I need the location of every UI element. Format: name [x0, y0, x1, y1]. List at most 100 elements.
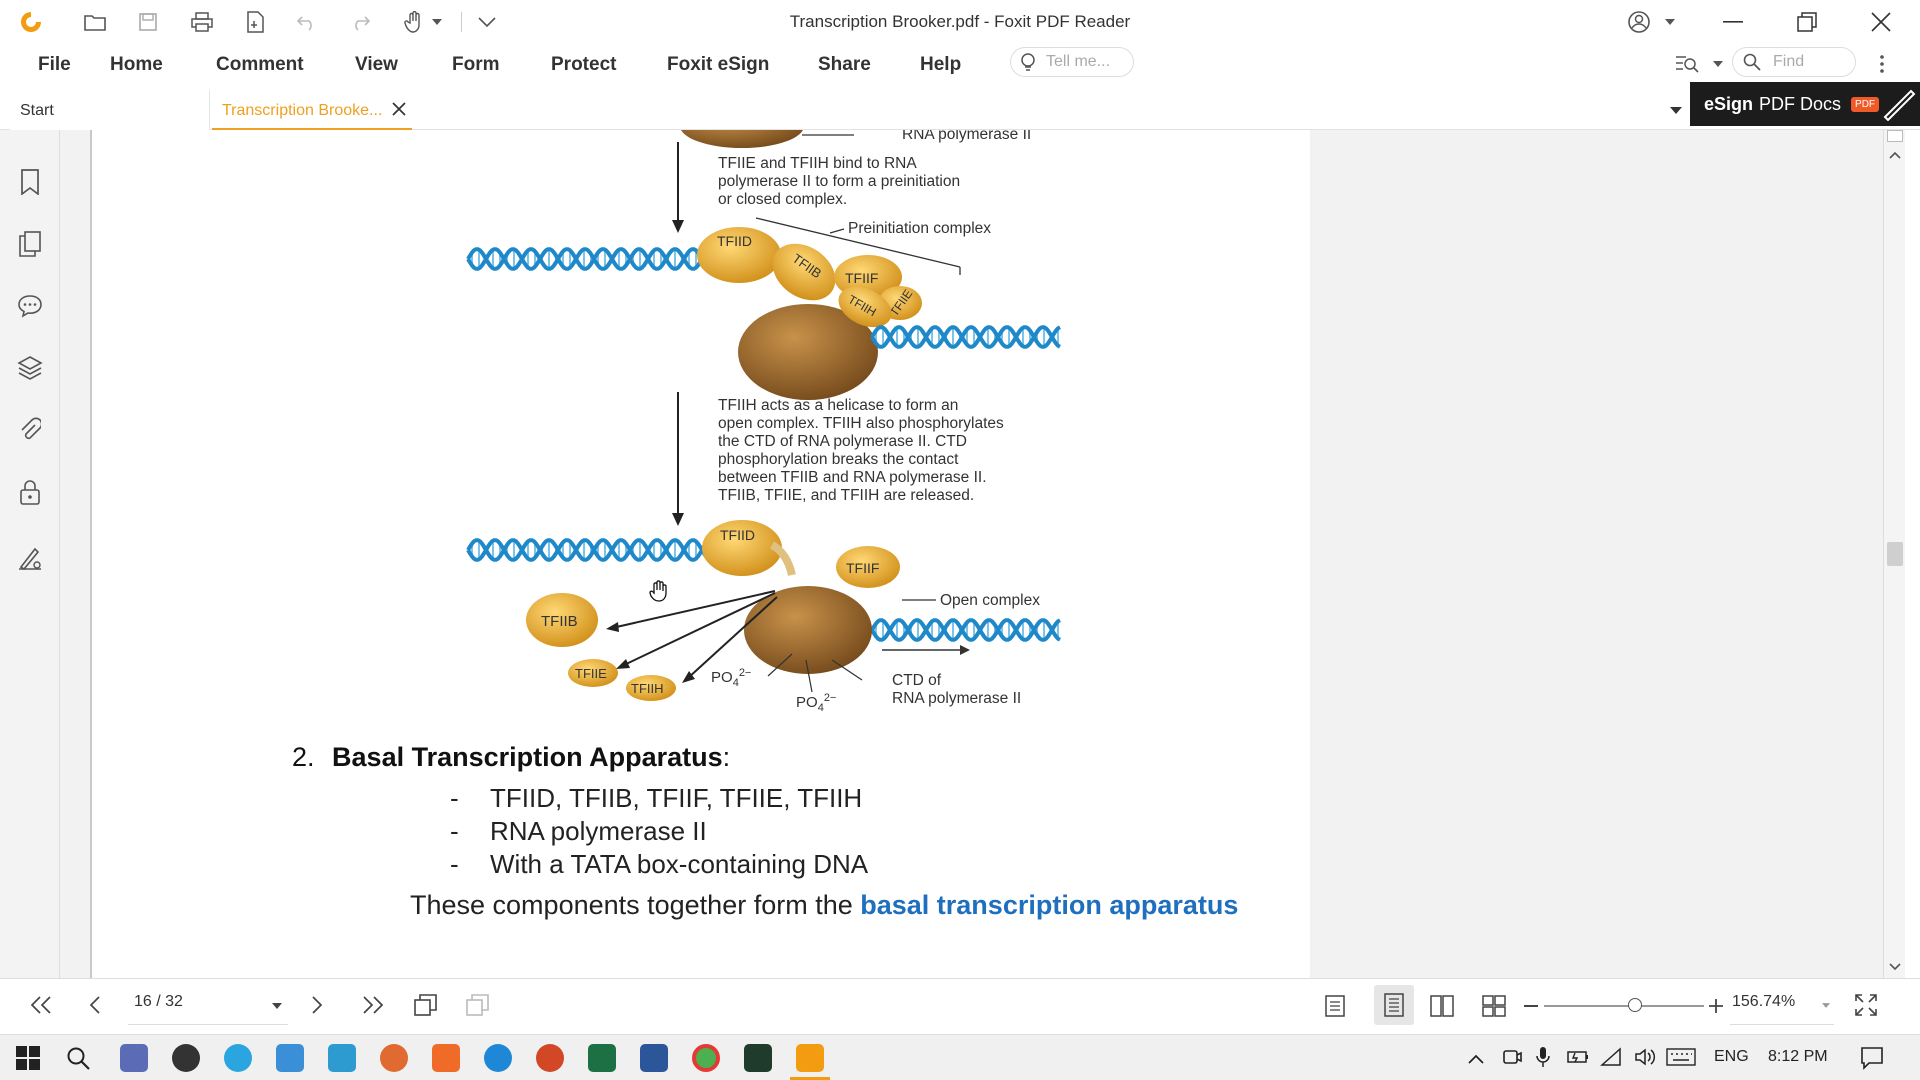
step-arrow-2 [672, 392, 684, 526]
word-icon[interactable] [640, 1044, 668, 1072]
zoom-out-icon[interactable] [1524, 1005, 1538, 1007]
facing-pages-icon[interactable] [1430, 995, 1454, 1022]
zoom-level-box[interactable]: 156.74% [1730, 985, 1834, 1025]
page-dropdown-icon[interactable] [272, 1003, 282, 1009]
scroll-up-icon[interactable] [1887, 148, 1903, 162]
continuous-page-icon[interactable] [1374, 985, 1414, 1025]
pdf-page: RNA polymerase II TFIIE and TFIIH bind t… [90, 130, 1310, 978]
last-page-icon[interactable] [362, 995, 384, 1020]
next-page-icon[interactable] [310, 995, 324, 1020]
menu-view[interactable]: View [355, 54, 398, 76]
taskbar-app-icon[interactable] [744, 1044, 772, 1072]
powerpoint-icon[interactable] [536, 1044, 564, 1072]
more-options-icon[interactable] [1872, 50, 1892, 78]
show-hidden-icons-icon[interactable] [1468, 1051, 1484, 1069]
account-dropdown-icon[interactable] [1660, 8, 1680, 36]
search-dropdown-icon[interactable] [1708, 50, 1728, 78]
language-indicator[interactable]: ENG [1714, 1048, 1749, 1066]
pages-icon[interactable] [14, 228, 46, 260]
hand-cursor-icon [649, 580, 667, 602]
excel-icon[interactable] [588, 1044, 616, 1072]
close-tab-icon[interactable] [392, 102, 408, 118]
edge-browser-icon[interactable] [484, 1044, 512, 1072]
phosphate-label-2: PO42− [796, 692, 836, 714]
tab-active-document[interactable]: Transcription Brooke... [212, 90, 412, 130]
continuous-facing-icon[interactable] [1482, 995, 1506, 1022]
desktop-icon[interactable] [276, 1044, 304, 1072]
foxit-taskbar-icon[interactable] [796, 1044, 824, 1072]
vertical-scrollbar[interactable] [1883, 130, 1905, 978]
menu-comment[interactable]: Comment [216, 54, 304, 76]
zoom-slider-thumb[interactable] [1628, 998, 1642, 1012]
chrome-icon[interactable] [692, 1044, 720, 1072]
zoom-slider-track[interactable] [1544, 1005, 1704, 1007]
step2-caption: TFIIH acts as a helicase to form an open… [718, 397, 1008, 504]
taskbar-search-icon[interactable] [66, 1046, 90, 1075]
tab-start[interactable]: Start [10, 90, 210, 130]
page-number-input[interactable]: 16 / 32 [128, 985, 288, 1025]
notification-center-icon[interactable] [1860, 1046, 1884, 1075]
taskbar-app-icon[interactable] [120, 1044, 148, 1072]
dna-helix-2-right [870, 618, 1061, 642]
battery-icon[interactable] [1566, 1048, 1590, 1071]
tfiih-released-label: TFIIH [631, 681, 664, 696]
tell-me-box[interactable]: Tell me... [1010, 47, 1134, 77]
tab-list-dropdown-icon[interactable] [1666, 100, 1686, 120]
clock[interactable]: 8:12 PM [1768, 1048, 1828, 1066]
menu-foxit-esign[interactable]: Foxit eSign [667, 54, 769, 76]
step2-line-4: phosphorylation breaks the contact [718, 451, 959, 468]
first-page-icon[interactable] [30, 995, 52, 1020]
title-bar: Transcription Brooker.pdf - Foxit PDF Re… [0, 0, 1920, 44]
lock-icon[interactable] [14, 476, 46, 508]
pen-sign-icon [1883, 89, 1916, 121]
single-page-icon[interactable] [1324, 995, 1346, 1022]
restore-icon[interactable] [1792, 8, 1822, 36]
menu-form[interactable]: Form [452, 54, 500, 76]
next-view-icon[interactable] [466, 993, 490, 1022]
menu-bar: File Home Comment View Form Protect Foxi… [0, 44, 1920, 86]
label-preinitiation-complex: Preinitiation complex [848, 220, 991, 237]
signature-icon[interactable] [14, 542, 46, 574]
label-open-complex: Open complex [940, 592, 1040, 609]
find-box[interactable]: Find [1732, 47, 1856, 77]
taskbar-app-icon[interactable] [328, 1044, 356, 1072]
zoom-dropdown-icon[interactable] [1822, 1003, 1830, 1008]
taskbar-app-icon[interactable] [380, 1044, 408, 1072]
close-window-icon[interactable] [1866, 8, 1896, 36]
minimize-icon[interactable] [1718, 8, 1748, 36]
menu-share[interactable]: Share [818, 54, 871, 76]
summary-highlight: basal transcription apparatus [860, 890, 1239, 920]
wifi-icon[interactable] [1600, 1047, 1622, 1072]
bookmark-icon[interactable] [14, 166, 46, 198]
taskbar-app-icon[interactable] [172, 1044, 200, 1072]
microphone-icon[interactable] [1536, 1046, 1550, 1073]
menu-file[interactable]: File [38, 54, 71, 76]
esign-pdf-banner[interactable]: eSign PDF Docs PDF [1690, 82, 1920, 126]
previous-view-icon[interactable] [414, 993, 438, 1022]
list-item: - With a TATA box-containing DNA [450, 849, 869, 879]
scroll-thumb[interactable] [1887, 542, 1903, 566]
full-screen-icon[interactable] [1854, 993, 1878, 1022]
layers-icon[interactable] [14, 352, 46, 384]
menu-protect[interactable]: Protect [551, 54, 616, 76]
windows-start-icon[interactable] [16, 1046, 40, 1075]
telegram-icon[interactable] [224, 1044, 252, 1072]
document-viewport[interactable]: RNA polymerase II TFIIE and TFIIH bind t… [60, 130, 1883, 978]
dna-helix-1 [466, 247, 733, 271]
account-icon[interactable] [1624, 8, 1654, 36]
attachment-icon[interactable] [14, 414, 46, 446]
taskbar-app-icon[interactable] [432, 1044, 460, 1072]
volume-icon[interactable] [1634, 1047, 1656, 1072]
menu-home[interactable]: Home [110, 54, 163, 76]
advanced-search-icon[interactable] [1672, 50, 1702, 78]
menu-help[interactable]: Help [920, 54, 961, 76]
zoom-level: 156.74% [1732, 993, 1796, 1010]
comments-icon[interactable] [14, 290, 46, 322]
keyboard-icon[interactable] [1666, 1048, 1696, 1071]
zoom-in-icon[interactable] [1708, 998, 1724, 1014]
list-item: - TFIID, TFIIB, TFIIF, TFIIE, TFIIH [450, 783, 863, 813]
scroll-top-button[interactable] [1887, 130, 1903, 142]
camera-icon[interactable] [1502, 1047, 1522, 1072]
scroll-down-icon[interactable] [1887, 960, 1903, 974]
previous-page-icon[interactable] [88, 995, 102, 1020]
